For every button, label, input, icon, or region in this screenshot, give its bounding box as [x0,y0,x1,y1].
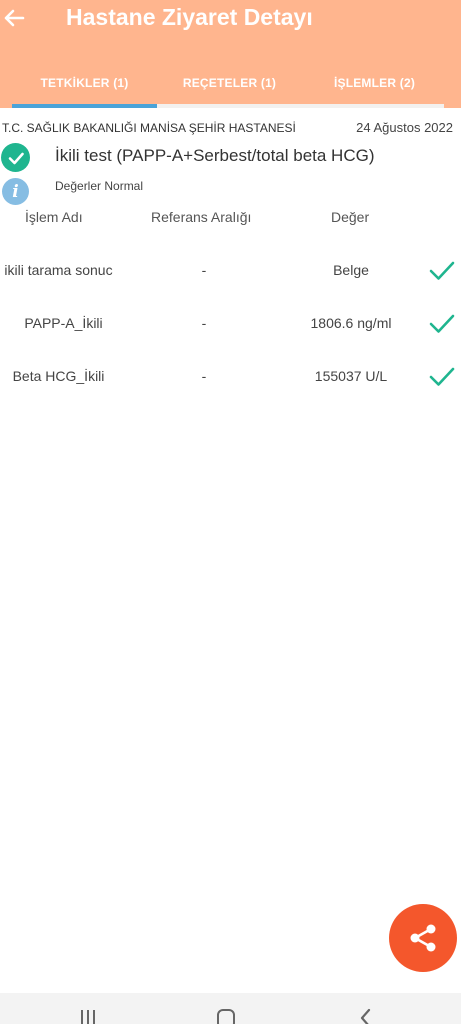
info-icon[interactable]: i [2,178,29,205]
home-icon [217,1009,235,1024]
back-icon [360,1008,371,1024]
row-reference: - [201,368,207,384]
system-nav-bar [0,993,461,1024]
column-header-name: İşlem Adı [25,209,83,225]
test-name: İkili test (PAPP-A+Serbest/total beta HC… [55,146,375,165]
test-status: Değerler Normal [55,179,144,193]
share-icon [410,924,436,952]
row-value: 1806.6 ng/ml [310,315,392,331]
checkmark-icon [429,314,455,333]
arrow-left-icon [4,9,25,27]
share-button[interactable] [389,904,457,972]
table-row: PAPP-A_İkili - 1806.6 ng/ml [0,309,461,339]
recent-apps-button[interactable] [73,1007,103,1024]
back-button[interactable] [0,4,28,32]
tab-tetkikler[interactable]: TETKİKLER (1) [12,62,157,104]
hospital-name: T.C. SAĞLIK BAKANLIĞI MANİSA ŞEHİR HASTA… [2,121,296,135]
table-row: Beta HCG_İkili - 155037 U/L [0,362,461,392]
recent-apps-icon [81,1010,95,1024]
column-header-reference: Referans Aralığı [151,209,252,225]
row-reference: - [201,315,207,331]
tab-islemler[interactable]: İŞLEMLER (2) [302,62,447,104]
active-tab-indicator [12,104,157,108]
tab-receteler[interactable]: REÇETELER (1) [157,62,302,104]
row-name: Beta HCG_İkili [12,368,105,384]
table-row: ikili tarama sonuc - Belge [0,256,461,286]
tab-bar: TETKİKLER (1) REÇETELER (1) İŞLEMLER (2) [0,62,461,104]
home-button[interactable] [211,1007,241,1024]
checkmark-icon [429,261,455,280]
row-reference: - [201,262,207,278]
row-value: Belge [333,262,369,278]
column-header-value: Değer [331,209,370,225]
check-circle-icon [1,143,30,172]
app-header: Hastane Ziyaret Detayı TETKİKLER (1) REÇ… [0,0,461,108]
back-nav-button[interactable] [351,1007,381,1024]
row-name: PAPP-A_İkili [24,315,103,331]
checkmark-icon [429,367,455,386]
row-name: ikili tarama sonuc [4,262,113,278]
row-value: 155037 U/L [314,368,388,384]
page-title: Hastane Ziyaret Detayı [66,4,313,30]
visit-date: 24 Ağustos 2022 [356,120,453,135]
